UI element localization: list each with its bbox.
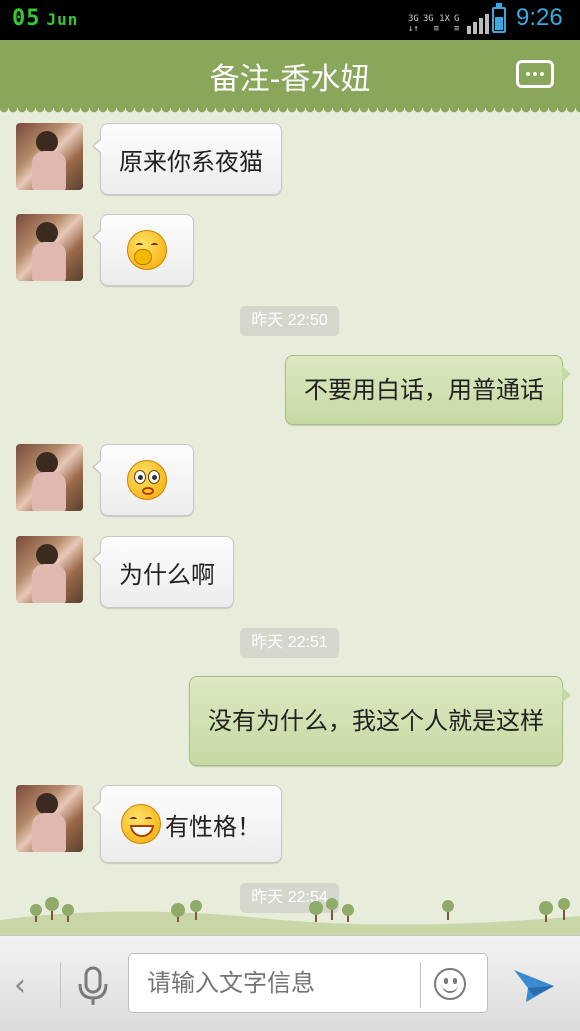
network-3g-icon: 3G ↓↑ bbox=[408, 14, 419, 34]
message-bubble-outgoing[interactable]: 没有为什么，我这个人就是这样 bbox=[189, 676, 571, 766]
message-text: 有性格！ bbox=[165, 812, 261, 841]
message-bubble-incoming[interactable] bbox=[92, 444, 194, 516]
divider bbox=[420, 962, 421, 1008]
battery-icon bbox=[492, 3, 506, 33]
hills-decoration bbox=[0, 897, 580, 935]
status-time: 9:26 bbox=[516, 4, 563, 31]
chevron-left-icon[interactable]: ‹ bbox=[14, 968, 26, 1003]
message-bubble-incoming[interactable]: 原来你系夜猫 bbox=[92, 123, 282, 195]
message-timestamp: 昨天 22:50 bbox=[240, 306, 339, 336]
avatar[interactable] bbox=[16, 214, 83, 281]
message-bubble-incoming[interactable] bbox=[92, 214, 194, 286]
smiley-icon[interactable] bbox=[434, 968, 466, 1000]
divider bbox=[60, 962, 61, 1008]
avatar[interactable] bbox=[16, 785, 83, 852]
message-text: 没有为什么，我这个人就是这样 bbox=[208, 707, 544, 735]
network-3g1x-icon: 3G 1X ≡ bbox=[422, 14, 450, 34]
message-list[interactable]: 原来你系夜猫 昨天 22:50 不要用白话，用普通话 为什么啊 昨天 22:51… bbox=[0, 108, 580, 933]
signal-bars-icon bbox=[467, 14, 490, 34]
avatar[interactable] bbox=[16, 123, 83, 190]
avatar[interactable] bbox=[16, 536, 83, 603]
status-date-month: Jun bbox=[46, 10, 79, 29]
send-arrow-icon[interactable] bbox=[512, 966, 556, 1006]
chat-header: 备注-香水妞 bbox=[0, 40, 580, 114]
message-timestamp: 昨天 22:51 bbox=[240, 628, 339, 658]
shy-emoji-icon bbox=[127, 230, 167, 270]
message-text: 为什么啊 bbox=[119, 560, 215, 589]
message-bubble-incoming[interactable]: 有性格！ bbox=[92, 785, 282, 863]
network-status: 3G ↓↑ 3G 1X ≡ G ≡ bbox=[408, 6, 490, 34]
grin-emoji-icon bbox=[121, 804, 161, 844]
message-bubble-incoming[interactable]: 为什么啊 bbox=[92, 536, 234, 608]
status-bar: 05 Jun 3G ↓↑ 3G 1X ≡ G ≡ 9:26 bbox=[0, 0, 580, 40]
chat-menu-icon[interactable] bbox=[516, 60, 554, 88]
message-text: 不要用白话，用普通话 bbox=[304, 376, 544, 404]
dizzy-emoji-icon bbox=[127, 460, 167, 500]
status-date: 05 Jun bbox=[12, 6, 78, 31]
message-bubble-outgoing[interactable]: 不要用白话，用普通话 bbox=[285, 355, 571, 425]
avatar[interactable] bbox=[16, 444, 83, 511]
microphone-icon[interactable] bbox=[76, 966, 110, 1006]
status-date-day: 05 bbox=[12, 6, 41, 31]
network-g-icon: G ≡ bbox=[453, 14, 460, 34]
chat-title: 备注-香水妞 bbox=[209, 62, 371, 97]
message-input-bar: ‹ bbox=[0, 935, 580, 1031]
message-text: 原来你系夜猫 bbox=[119, 147, 263, 176]
